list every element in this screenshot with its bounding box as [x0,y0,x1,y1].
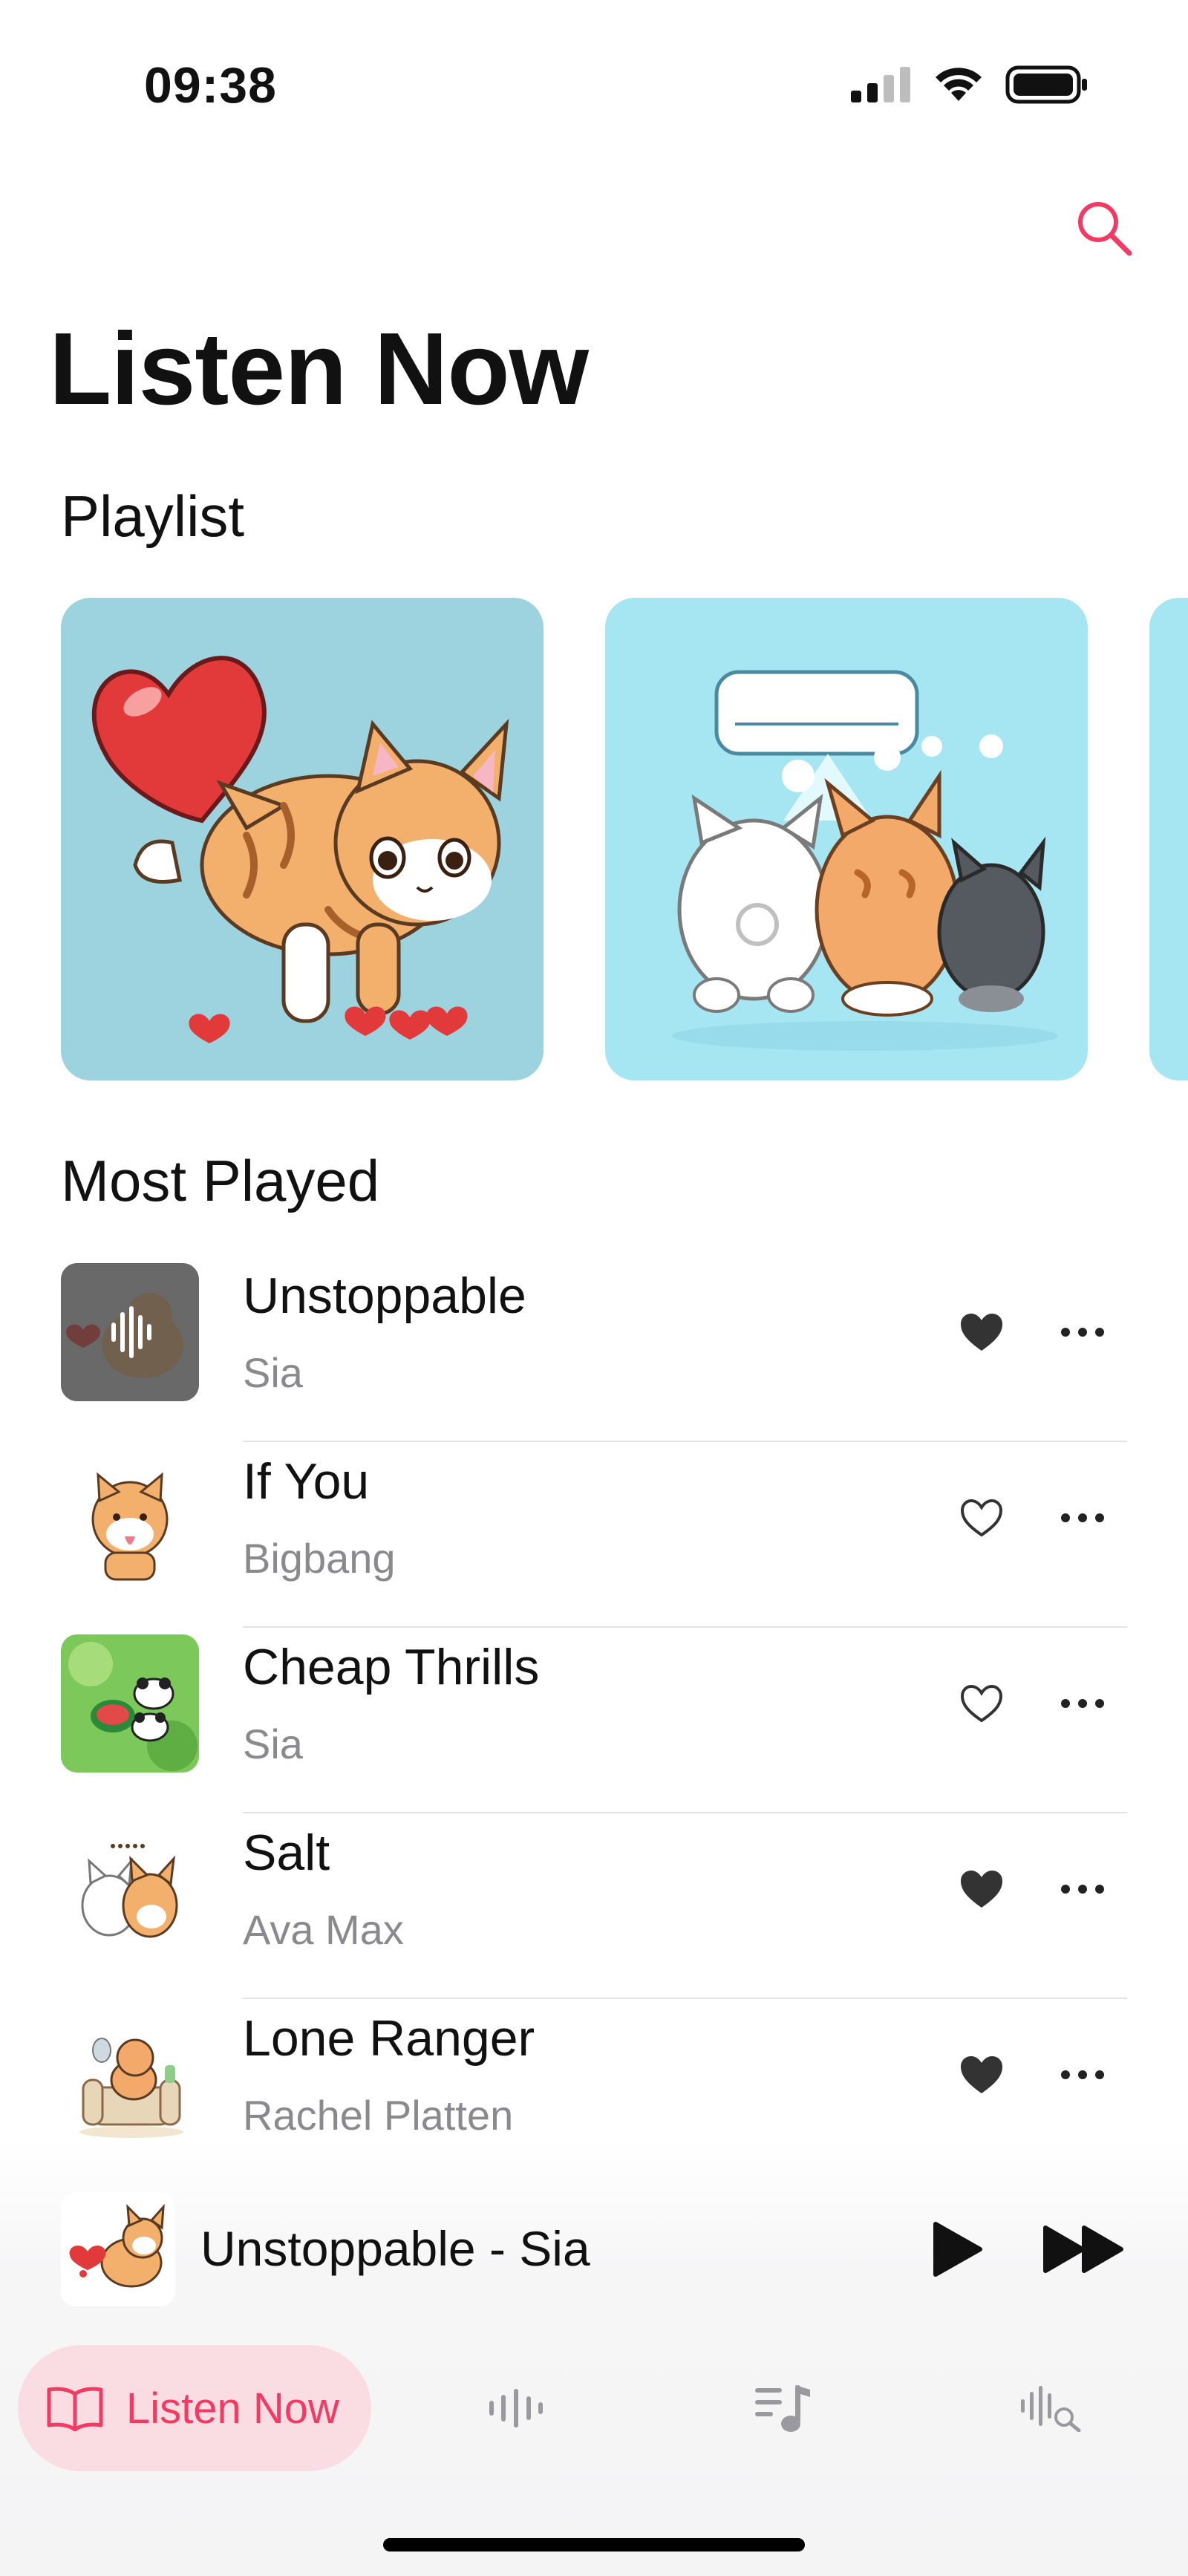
waveform-icon [489,2389,543,2427]
tab-label: Listen Now [126,2384,339,2433]
status-time: 09:38 [144,57,277,114]
song-artwork [61,1820,199,1958]
like-button[interactable] [956,1678,1007,1729]
ellipsis-icon [1061,2070,1104,2079]
song-title: If You [243,1453,370,1510]
like-button[interactable] [956,1864,1007,1914]
heart-filled-icon [961,2056,1002,2093]
search-icon [1078,202,1132,256]
like-button[interactable] [956,2050,1007,2100]
most-played-section-title: Most Played [61,1148,380,1213]
ellipsis-icon [1061,1328,1104,1337]
cat-tongue-artwork [61,1449,199,1587]
skip-forward-button[interactable] [1040,2216,1129,2283]
song-artist: Sia [243,1349,303,1396]
mini-player[interactable]: Unstoppable - Sia [0,2176,1188,2317]
battery-icon [1005,65,1087,104]
ellipsis-icon [1061,1885,1104,1894]
ellipsis-icon [1061,1699,1104,1708]
pandas-on-grass-artwork [61,1634,199,1773]
ellipsis-icon [1061,1513,1104,1522]
cat-with-heart-artwork [61,2192,175,2306]
play-icon [933,2222,982,2277]
mini-player-artwork [61,2192,175,2306]
tab-bar: Listen Now [0,2339,1188,2473]
song-artist: Bigbang [243,1535,396,1582]
music-list-icon [755,2385,810,2432]
more-options-button[interactable] [1054,1864,1111,1914]
heart-filled-icon [961,1314,1002,1351]
more-options-button[interactable] [1054,1678,1111,1729]
status-bar: 09:38 [0,0,1188,149]
home-indicator [383,2538,805,2551]
heart-outline-icon [960,1684,1003,1723]
like-button[interactable] [956,1493,1007,1543]
heart-filled-icon [961,1871,1002,1908]
playlist-section-title: Playlist [61,483,245,549]
song-row-cheap-thrills[interactable]: Cheap Thrills Sia [0,1628,1188,1813]
cat-kicking-heart-illustration [61,598,544,1080]
song-artist: Ava Max [243,1906,404,1953]
like-button[interactable] [956,1307,1007,1357]
partially-visible-card [1149,598,1188,1080]
play-button[interactable] [924,2216,990,2283]
cats-under-air-conditioner-illustration [605,598,1088,1080]
song-row-if-you[interactable]: If You Bigbang [0,1442,1188,1628]
tab-library[interactable] [720,2345,846,2471]
song-title: Lone Ranger [243,2010,535,2067]
book-icon [46,2385,104,2431]
song-artwork [61,1634,199,1773]
playlist-card[interactable] [605,598,1088,1080]
playlist-card[interactable] [1149,598,1188,1080]
song-title: Cheap Thrills [243,1639,540,1695]
forward-icon [1043,2226,1123,2273]
search-button[interactable] [1071,195,1138,261]
more-options-button[interactable] [1054,2050,1111,2100]
song-artwork [61,1449,199,1587]
now-playing-artwork [61,1263,199,1401]
song-artwork [61,2006,199,2144]
tab-search-sound[interactable] [988,2345,1114,2471]
now-playing-title: Unstoppable - Sia [200,2221,590,2276]
song-artist: Rachel Platten [243,2092,514,2139]
song-row-unstoppable[interactable]: Unstoppable Sia [0,1256,1188,1442]
two-cats-artwork [61,1820,199,1958]
song-title: Salt [243,1825,330,1881]
more-options-button[interactable] [1054,1493,1111,1543]
cellular-signal-icon [851,67,910,102]
song-artist: Sia [243,1721,303,1767]
wifi-icon [936,68,982,101]
heart-outline-icon [960,1499,1003,1537]
more-options-button[interactable] [1054,1307,1111,1357]
status-icons [849,65,1089,104]
song-artwork [61,1263,199,1401]
waveform-search-icon [1021,2386,1081,2432]
cat-on-couch-artwork [61,2006,199,2144]
page-title: Listen Now [49,312,589,426]
song-row-salt[interactable]: Salt Ava Max [0,1813,1188,1999]
playlist-carousel[interactable] [61,598,1188,1080]
playlist-card[interactable] [61,598,544,1080]
tab-listen-now[interactable]: Listen Now [18,2345,371,2471]
tab-waveform[interactable] [453,2345,579,2471]
song-title: Unstoppable [243,1268,526,1324]
